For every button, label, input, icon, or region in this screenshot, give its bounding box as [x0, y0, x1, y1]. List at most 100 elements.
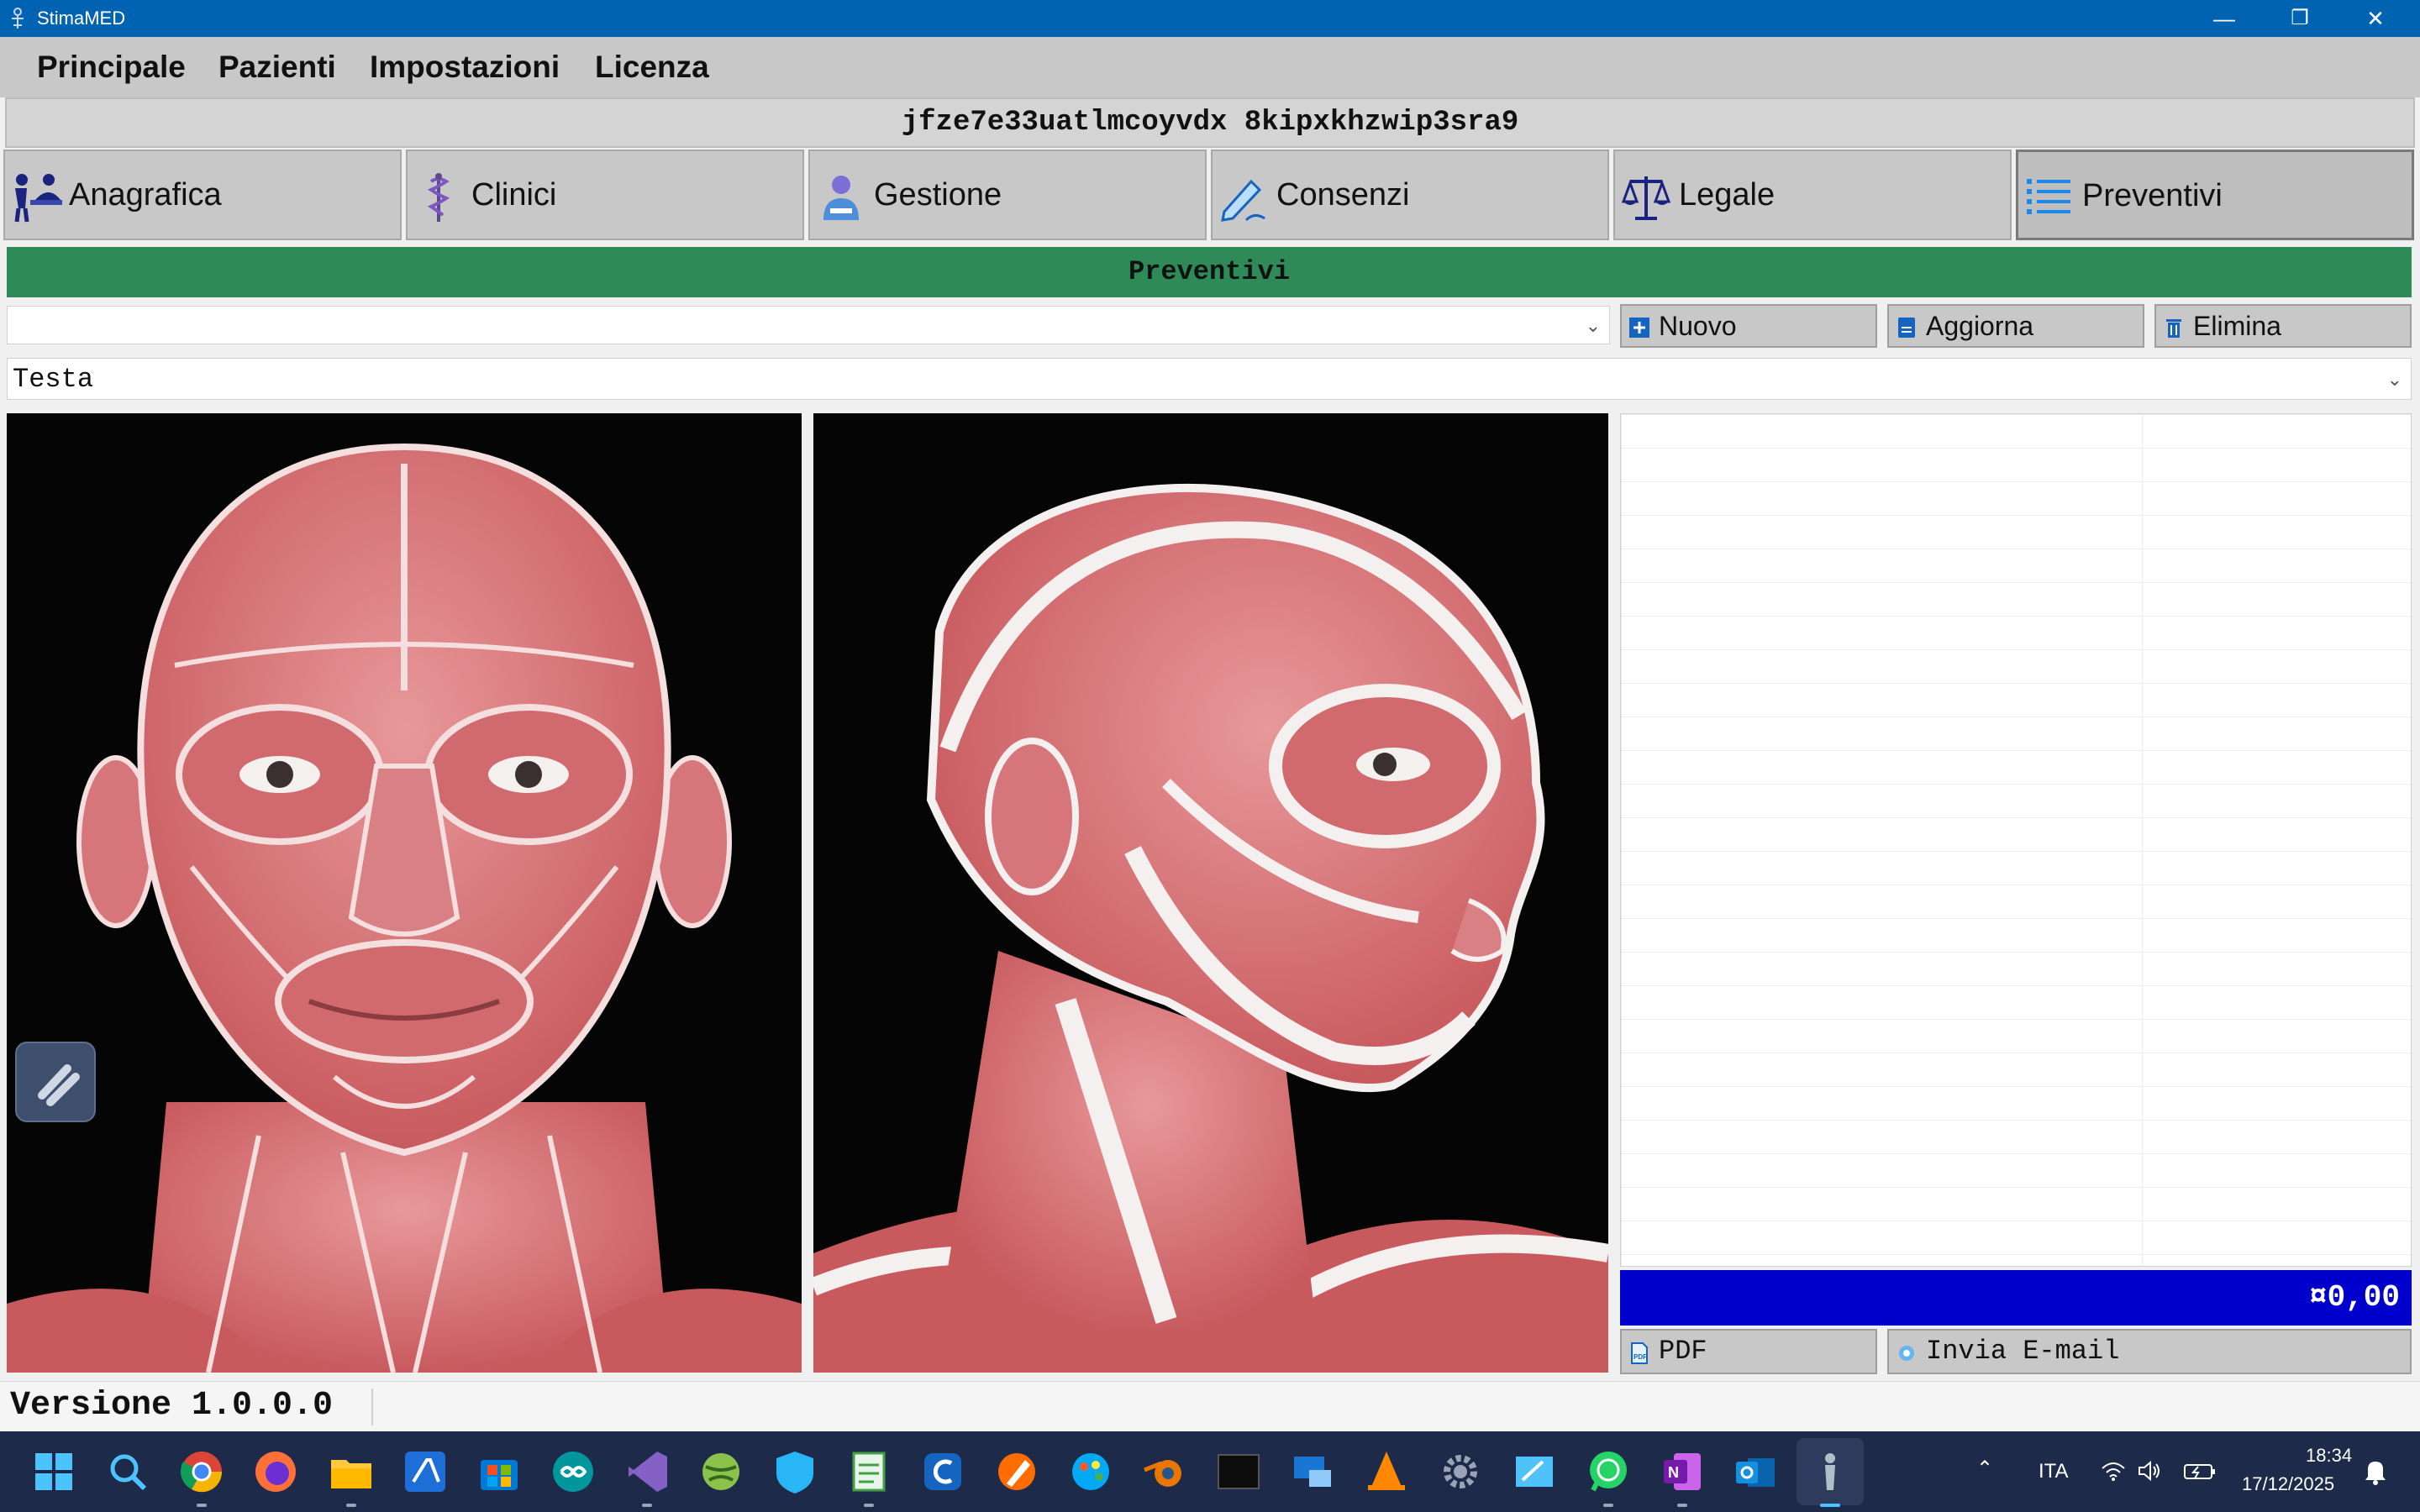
firefox-icon[interactable]	[252, 1448, 299, 1495]
new-button[interactable]: Nuovo	[1620, 304, 1877, 348]
clock-date[interactable]: 17/12/2025	[2242, 1473, 2334, 1495]
face-side-image[interactable]	[813, 413, 1608, 1373]
vlc-icon[interactable]	[1363, 1448, 1410, 1495]
caduceus-icon	[427, 173, 450, 222]
menu-licenza[interactable]: Licenza	[595, 37, 709, 97]
blender-icon[interactable]	[1141, 1448, 1188, 1495]
face-side-illustration	[813, 483, 1608, 1373]
whatsapp-icon[interactable]	[1585, 1448, 1632, 1495]
status-separator	[371, 1389, 373, 1425]
tab-consenzi[interactable]: Consenzi	[1211, 150, 1609, 240]
delete-button-label: Elimina	[2193, 311, 2281, 341]
tab-label-consenzi: Consenzi	[1276, 177, 1410, 213]
running-indicator	[346, 1504, 356, 1507]
tab-legale[interactable]: Legale	[1613, 150, 2012, 240]
save-icon	[1898, 318, 1915, 338]
menu-impostazioni[interactable]: Impostazioni	[370, 37, 560, 97]
drawing-app-icon[interactable]	[1511, 1448, 1558, 1495]
remote-desktop-icon[interactable]	[1289, 1448, 1336, 1495]
outlook-icon[interactable]	[1733, 1448, 1780, 1495]
list-icon	[2027, 179, 2070, 214]
pen-app-icon[interactable]	[993, 1448, 1040, 1495]
chevron-down-icon: ⌄	[1585, 315, 1601, 336]
menu-principale[interactable]: Principale	[37, 37, 186, 97]
running-indicator	[1603, 1504, 1613, 1507]
close-button[interactable]: ✕	[2338, 0, 2413, 37]
code-editor-icon[interactable]	[402, 1448, 449, 1495]
chrome-icon[interactable]	[178, 1448, 225, 1495]
body-region-select[interactable]: Testa ⌄	[7, 358, 2412, 400]
face-front-illustration	[7, 443, 802, 1373]
update-button[interactable]: Aggiorna	[1887, 304, 2144, 348]
wifi-icon[interactable]	[2101, 1460, 2126, 1482]
minimize-button[interactable]: —	[2186, 0, 2262, 37]
doctor-icon	[823, 176, 859, 220]
globe-app-icon[interactable]	[697, 1448, 744, 1495]
battery-icon[interactable]	[2183, 1460, 2217, 1482]
status-bar: Versione 1.0.0.0	[0, 1381, 2420, 1431]
tab-clinici[interactable]: Clinici	[406, 150, 804, 240]
tab-label-legale: Legale	[1679, 177, 1776, 213]
patient-record-id: jfze7e33uatlmcoyvdx 8kipxkhzwip3sra9	[5, 97, 2415, 148]
running-indicator	[864, 1504, 874, 1507]
quote-total: ¤0,00	[1620, 1270, 2412, 1326]
tab-label-gestione: Gestione	[874, 177, 1002, 213]
notepad-app-icon[interactable]	[845, 1448, 892, 1495]
visual-studio-icon[interactable]	[623, 1448, 671, 1495]
menu-pazienti[interactable]: Pazienti	[218, 37, 336, 97]
volume-icon[interactable]	[2138, 1460, 2163, 1482]
active-indicator	[1820, 1504, 1840, 1507]
slash-logo-icon	[38, 1064, 80, 1106]
tab-preventivi[interactable]: Preventivi	[2016, 150, 2414, 240]
overlay-app-button[interactable]	[15, 1042, 96, 1122]
patient-user-icon	[14, 174, 62, 223]
windows-start-icon[interactable]	[30, 1448, 77, 1495]
add-icon	[1629, 318, 1649, 338]
running-indicator	[197, 1504, 207, 1507]
version-label: Versione 1.0.0.0	[10, 1387, 334, 1425]
windows-taskbar: N ⌃ ITA 18:34 17/12/2025	[0, 1431, 2420, 1512]
signature-pen-icon	[1221, 179, 1265, 222]
svg-text:PDF: PDF	[1634, 1353, 1647, 1361]
search-icon[interactable]	[104, 1448, 151, 1495]
email-icon	[1899, 1346, 1914, 1361]
new-button-label: Nuovo	[1659, 311, 1737, 341]
quote-select[interactable]: ⌄	[7, 306, 1610, 344]
arduino-icon[interactable]	[550, 1448, 597, 1495]
clock-time[interactable]: 18:34	[2306, 1445, 2352, 1467]
window-title-bar: StimaMED — ❐ ✕	[0, 0, 2420, 37]
tab-label-preventivi: Preventivi	[2082, 178, 2223, 213]
trash-icon	[2166, 319, 2181, 338]
update-button-label: Aggiorna	[1926, 311, 2034, 341]
settings-gear-icon[interactable]	[1437, 1448, 1484, 1495]
section-title: Preventivi	[7, 247, 2412, 297]
tab-gestione[interactable]: Gestione	[808, 150, 1207, 240]
file-explorer-icon[interactable]	[328, 1448, 375, 1495]
delete-button[interactable]: Elimina	[2154, 304, 2412, 348]
tab-label-clinici: Clinici	[471, 177, 557, 213]
terminal-icon[interactable]	[1215, 1448, 1262, 1495]
notification-bell-icon[interactable]	[2363, 1458, 2388, 1485]
tab-anagrafica[interactable]: Anagrafica	[3, 150, 402, 240]
window-title: StimaMED	[37, 8, 126, 29]
running-indicator	[642, 1504, 652, 1507]
shield-app-icon[interactable]	[771, 1448, 818, 1495]
send-email-button[interactable]: Invia E-mail	[1887, 1329, 2412, 1374]
show-hidden-icons-chevron-icon[interactable]: ⌃	[1976, 1457, 1993, 1481]
onenote-icon[interactable]: N	[1659, 1448, 1706, 1495]
stimamed-app-icon[interactable]	[1807, 1448, 1854, 1495]
restore-button[interactable]: ❐	[2262, 0, 2338, 37]
input-language[interactable]: ITA	[2039, 1460, 2069, 1483]
pdf-button-label: PDF	[1659, 1336, 1707, 1367]
svg-text:N: N	[1668, 1464, 1679, 1481]
microsoft-store-icon[interactable]	[476, 1448, 523, 1495]
c-app-icon[interactable]	[919, 1448, 966, 1495]
app-logo-icon	[12, 8, 24, 29]
quote-items-grid[interactable]	[1620, 413, 2412, 1267]
face-front-image[interactable]	[7, 413, 802, 1373]
paint-app-icon[interactable]	[1067, 1448, 1114, 1495]
pdf-button[interactable]: PDF PDF	[1620, 1329, 1877, 1374]
body-region-value: Testa	[13, 364, 94, 395]
running-indicator	[1677, 1504, 1687, 1507]
tab-label-anagrafica: Anagrafica	[69, 177, 222, 213]
